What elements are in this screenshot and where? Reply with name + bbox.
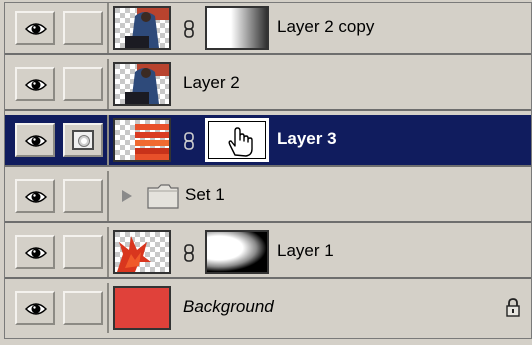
visibility-toggle[interactable] — [15, 179, 55, 213]
eye-icon — [25, 247, 47, 259]
layer-thumbnail — [113, 286, 171, 330]
layers-panel: Layer 2 copy Layer 2 Layer 3 Set 1 Layer… — [4, 2, 532, 339]
layer-thumbnail — [113, 118, 171, 162]
link-toggle[interactable] — [63, 11, 103, 45]
eye-icon — [25, 191, 47, 203]
column-divider — [107, 3, 109, 53]
column-divider — [107, 115, 109, 165]
link-toggle[interactable] — [63, 123, 103, 157]
eye-icon — [25, 79, 47, 91]
column-divider — [107, 227, 109, 277]
column-divider — [107, 59, 109, 109]
chain-link-icon[interactable] — [183, 132, 195, 150]
layer-name[interactable]: Background — [183, 297, 274, 317]
hand-cursor-icon — [228, 127, 253, 157]
layer-thumbnail — [113, 6, 171, 50]
layer-mask-indicator-icon — [72, 130, 94, 150]
column-divider — [107, 171, 109, 221]
eye-icon — [25, 135, 47, 147]
column-divider — [107, 283, 109, 333]
layer-mask-thumbnail[interactable] — [205, 6, 269, 50]
lock-icon — [506, 298, 520, 317]
layer-name[interactable]: Layer 2 — [183, 73, 240, 93]
visibility-toggle[interactable] — [15, 235, 55, 269]
layer-row-layer-2-copy[interactable]: Layer 2 copy — [5, 3, 531, 55]
eye-icon — [25, 23, 47, 35]
link-toggle[interactable] — [63, 179, 103, 213]
layer-row-set-1[interactable]: Set 1 — [5, 171, 531, 223]
layer-thumbnail — [113, 230, 171, 274]
layer-row-layer-3[interactable]: Layer 3 — [5, 115, 531, 167]
chain-link-icon[interactable] — [183, 244, 195, 262]
visibility-toggle[interactable] — [15, 11, 55, 45]
layer-thumbnail — [113, 62, 171, 106]
layer-name[interactable]: Layer 2 copy — [277, 17, 374, 37]
triangle-right-icon[interactable] — [121, 189, 133, 203]
folder-icon — [147, 184, 179, 209]
link-toggle[interactable] — [63, 235, 103, 269]
layer-row-layer-1[interactable]: Layer 1 — [5, 227, 531, 279]
visibility-toggle[interactable] — [15, 67, 55, 101]
link-toggle[interactable] — [63, 291, 103, 325]
layer-mask-thumbnail[interactable] — [205, 118, 269, 162]
layer-name[interactable]: Set 1 — [185, 185, 225, 205]
layer-name[interactable]: Layer 1 — [277, 241, 334, 261]
layer-mask-thumbnail[interactable] — [205, 230, 269, 274]
eye-icon — [25, 303, 47, 315]
chain-link-icon[interactable] — [183, 20, 195, 38]
layer-row-layer-2[interactable]: Layer 2 — [5, 59, 531, 111]
layer-row-background[interactable]: Background — [5, 283, 531, 333]
link-toggle[interactable] — [63, 67, 103, 101]
layer-name[interactable]: Layer 3 — [277, 129, 337, 149]
visibility-toggle[interactable] — [15, 291, 55, 325]
visibility-toggle[interactable] — [15, 123, 55, 157]
